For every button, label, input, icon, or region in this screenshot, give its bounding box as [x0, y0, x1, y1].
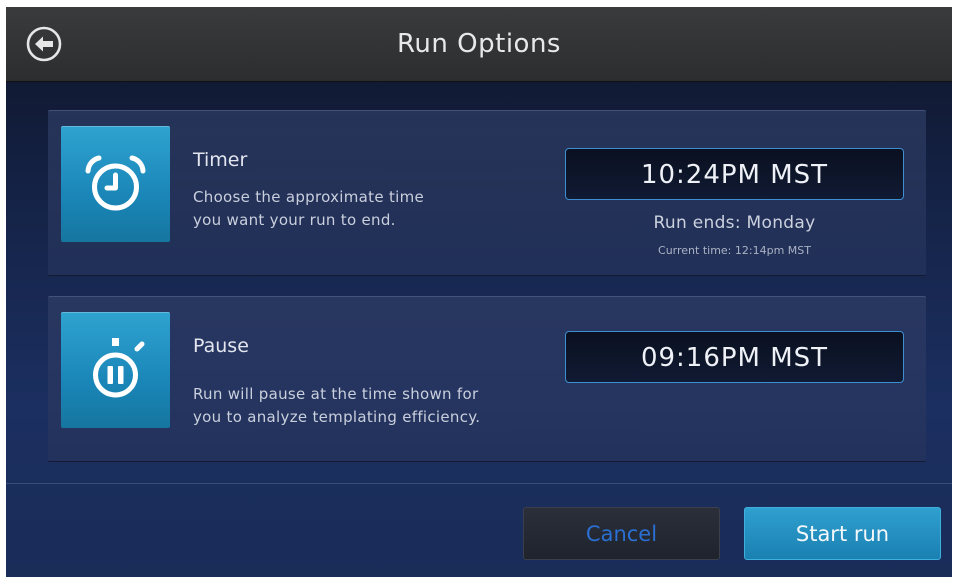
run-ends-text: Run ends: Monday: [653, 213, 816, 233]
alarm-clock-icon: [85, 155, 146, 211]
footer-divider: [6, 483, 952, 484]
timer-description-line1: Choose the approximate time: [193, 188, 425, 206]
pause-description-line2: you to analyze templating efficiency.: [193, 408, 481, 426]
timer-icon-tile: [61, 126, 170, 242]
cancel-button[interactable]: Cancel: [523, 507, 720, 560]
timer-time-field[interactable]: 10:24PM MST: [565, 148, 904, 200]
timer-description-line2: you want your run to end.: [193, 211, 396, 229]
pause-icon-tile: [61, 312, 170, 428]
pause-description-line1: Run will pause at the time shown for: [193, 385, 479, 403]
stopwatch-pause-icon: [93, 338, 145, 398]
page-title: Run Options: [397, 29, 561, 59]
current-time-text: Current time: 12:14pm MST: [658, 244, 811, 257]
header-bar: Run Options: [6, 7, 952, 82]
timer-title: Timer: [193, 149, 248, 171]
pause-title: Pause: [193, 335, 249, 357]
run-options-screen: Run Options Timer Choose the approximate…: [6, 7, 952, 577]
start-run-button[interactable]: Start run: [744, 507, 941, 560]
pause-option-panel: Pause Run will pause at the time shown f…: [48, 296, 926, 462]
pause-time-field[interactable]: 09:16PM MST: [565, 331, 904, 383]
timer-option-panel: Timer Choose the approximate time you wa…: [48, 110, 926, 276]
